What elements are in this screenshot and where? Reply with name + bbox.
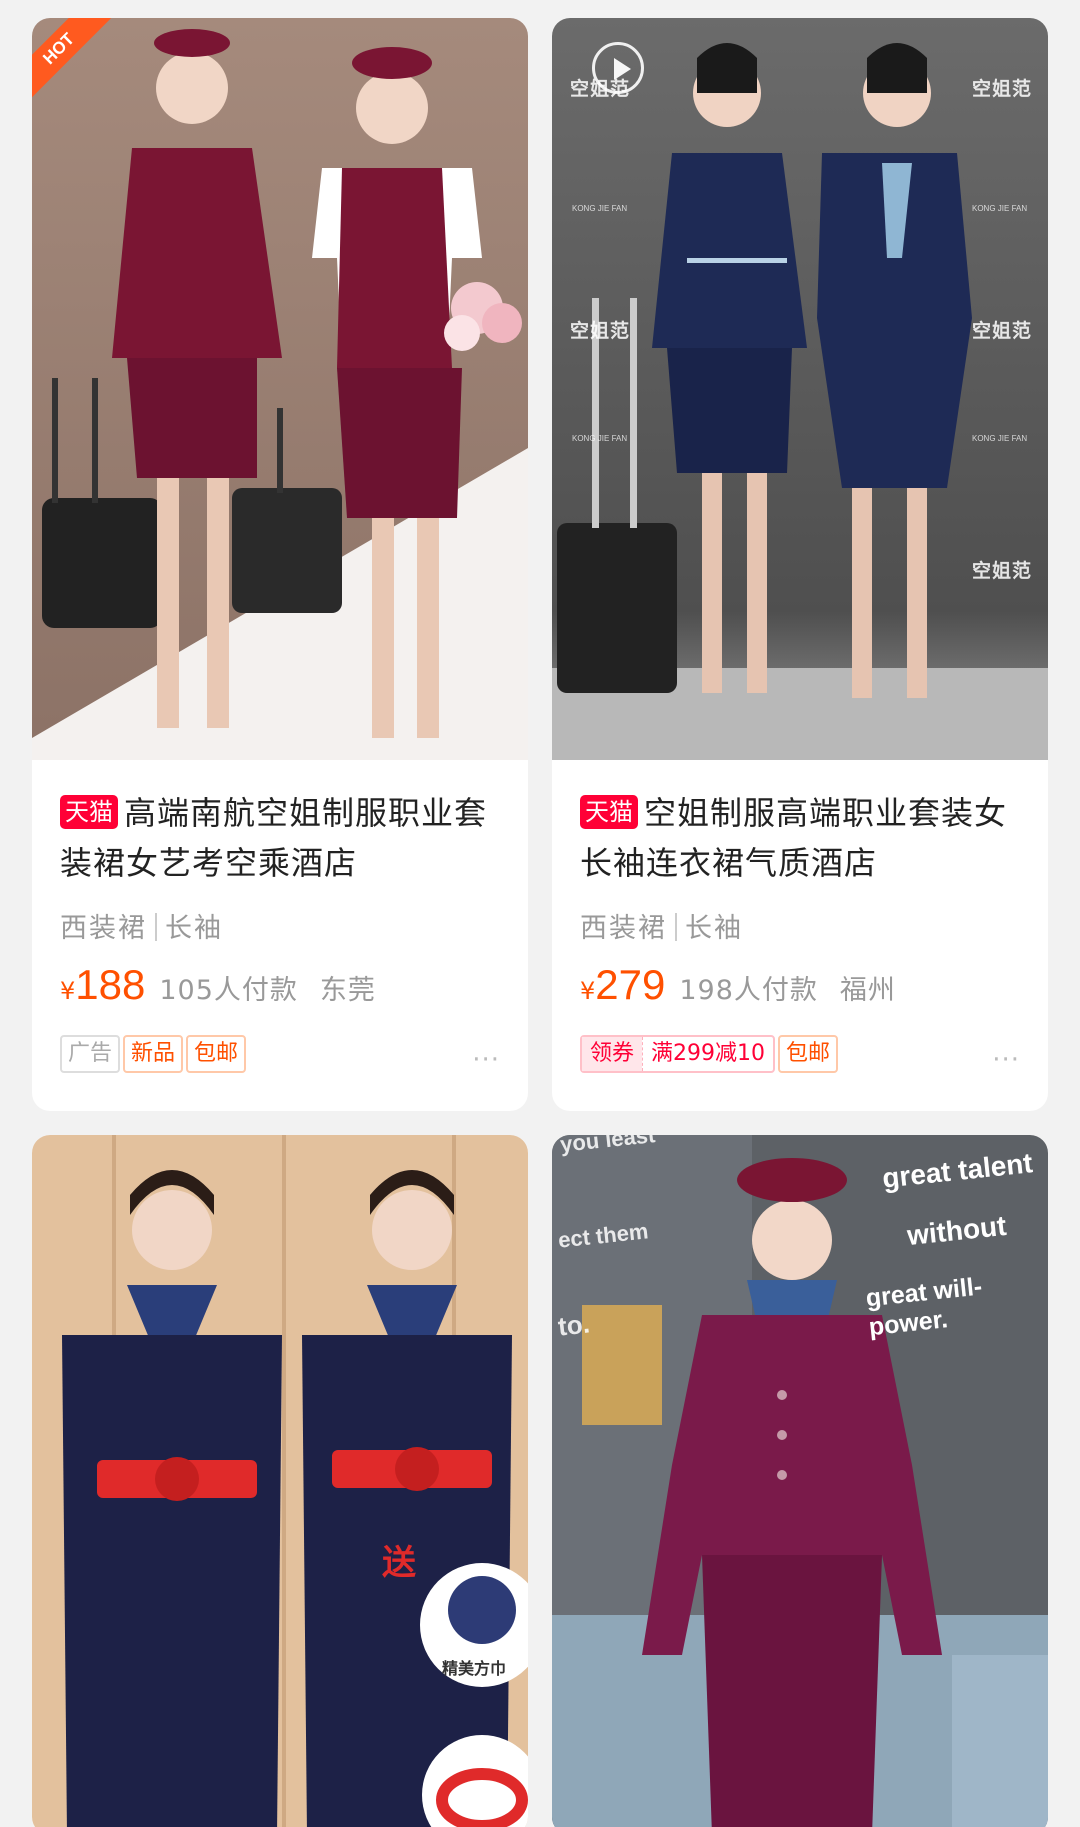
divider [675,913,677,941]
sales-count: 198人付款 [679,975,818,1006]
more-icon[interactable]: ··· [992,1045,1020,1075]
currency-symbol: ¥ [60,977,76,1005]
product-card[interactable]: 空姐范 空姐范 空姐范 空姐范 空姐范 KONG JIE FAN KONG JI… [552,18,1048,1111]
product-props: 西装裙 长袖 [580,913,743,944]
watermark: 空姐范 [972,78,1033,100]
watermark: 空姐范 [570,78,631,100]
product-info: 天猫 高端南航空姐制服职业套装裙女艺考空乘酒店 西装裙 长袖 ¥188 105人付款东… [32,760,528,1075]
product-title[interactable]: 天猫 高端南航空姐制服职业套装裙女艺考空乘酒店 [60,788,500,888]
currency-symbol: ¥ [580,977,596,1005]
price: 279 [595,961,666,1008]
free-shipping-tag: 包邮 [778,1035,839,1073]
product-image[interactable]: HOT [32,18,528,760]
ship-city: 福州 [839,975,896,1006]
watermark: 空姐范 [570,320,631,342]
product-title[interactable]: 天猫 空姐制服高端职业套装女长袖连衣裙气质酒店 [580,788,1020,888]
new-tag: 新品 [123,1035,184,1073]
watermark-small: KONG JIE FAN [572,434,628,443]
product-info: 天猫 空姐制服高端职业套装女长袖连衣裙气质酒店 西装裙 长袖 ¥279 198人付款福… [552,760,1048,1075]
product-image[interactable]: 空姐范 空姐范 空姐范 空姐范 空姐范 KONG JIE FAN KONG JI… [552,18,1048,760]
coupon-tag[interactable]: 领券 满299减10 [580,1035,776,1073]
watermark-small: KONG JIE FAN [972,204,1028,213]
gift-item-label: 精美方巾 [442,1659,507,1678]
sales-count: 105人付款 [159,975,298,1006]
price-line: ¥188 105人付款 东莞 [60,961,500,1021]
product-card[interactable]: HOT 天猫 高端南航空姐制服职业套装裙女艺考空乘酒店 西装裙 长袖 ¥188 105… [32,18,528,1111]
tmall-tag: 天猫 [580,795,638,829]
product-card[interactable]: 送 精美方巾 [32,1135,528,1827]
ad-tag: 广告 [60,1035,121,1073]
product-image[interactable]: you least ect them to. great talent with… [552,1135,1048,1827]
tmall-tag: 天猫 [60,795,118,829]
product-image[interactable]: 送 精美方巾 [32,1135,528,1827]
watermark-small: KONG JIE FAN [572,204,628,213]
gift-label: 送 [382,1543,416,1583]
product-card[interactable]: you least ect them to. great talent with… [552,1135,1048,1827]
divider [155,913,157,941]
watermark: 空姐范 [972,560,1033,582]
product-props: 西装裙 长袖 [60,913,223,944]
price: 188 [75,961,146,1008]
ship-city: 东莞 [319,975,376,1006]
watermark: 空姐范 [972,320,1033,342]
tag-row: 领券 满299减10 包邮 ··· [580,1035,1020,1075]
price-line: ¥279 198人付款 福州 [580,961,1020,1021]
background-text: to. [556,1308,592,1342]
watermark-small: KONG JIE FAN [972,434,1028,443]
more-icon[interactable]: ··· [472,1045,500,1075]
tag-row: 广告 新品 包邮 ··· [60,1035,500,1075]
free-shipping-tag: 包邮 [186,1035,247,1073]
